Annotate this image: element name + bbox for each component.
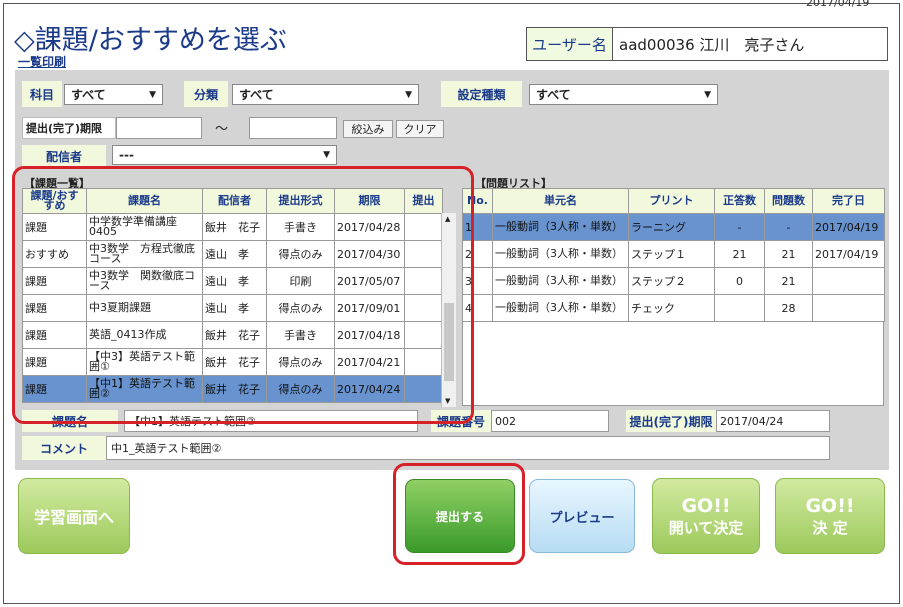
go-decide-line2: 決 定 — [812, 518, 848, 537]
setting-select[interactable]: すべて ▼ — [529, 84, 718, 105]
date-label: 2017/04/19 — [806, 0, 870, 9]
deadline-label-box: 提出(完了)期限 — [22, 117, 116, 139]
setting-value: すべて — [536, 88, 571, 102]
problem-unit-cell: 一般動詞（3人称・単数） — [492, 267, 629, 295]
problem-table: No. 単元名 プリント 正答数 問題数 完了日 1 一般動詞（3人称・単数） ラー… — [462, 188, 885, 322]
problem-print-cell: ステップ１ — [628, 240, 715, 268]
problem-row[interactable]: 1 一般動詞（3人称・単数） ラーニング - -2017/04/19 — [462, 213, 885, 241]
subject-label: 科目 — [29, 87, 54, 102]
detail-deadline-label: 提出(完了)期限 — [629, 414, 713, 429]
detail-deadline-value: 2017/04/24 — [716, 410, 830, 432]
print-list-link[interactable]: 一覧印刷 — [18, 53, 66, 70]
chevron-down-icon: ▼ — [704, 89, 711, 100]
detail-deadline-label-box: 提出(完了)期限 — [626, 410, 716, 432]
sender-label-box: 配信者 — [22, 145, 106, 167]
sender-value: --- — [119, 148, 134, 162]
problem-total-cell: 21 — [764, 240, 813, 268]
sender-label: 配信者 — [45, 149, 82, 164]
setting-label: 設定種類 — [457, 87, 506, 102]
deadline-from-input[interactable] — [116, 117, 202, 139]
comment-label-box: コメント — [22, 436, 106, 460]
subject-select[interactable]: すべて ▼ — [64, 84, 163, 105]
problem-correct-cell: 21 — [714, 240, 765, 268]
narrow-button[interactable]: 絞込み — [343, 120, 393, 138]
problem-row[interactable]: 2 一般動詞（3人称・単数） ステップ１ 21 21 2017/04/19 — [462, 240, 885, 268]
problem-done-cell: 2017/04/19 — [812, 240, 885, 268]
go-open-line2: 開いて決定 — [668, 518, 744, 537]
col-correct: 正答数 — [714, 188, 765, 214]
preview-button[interactable]: プレビュー — [529, 479, 635, 553]
detail-number-value: 002 — [491, 410, 609, 432]
chevron-down-icon: ▼ — [323, 150, 330, 160]
category-select[interactable]: すべて ▼ — [232, 84, 419, 105]
setting-label-box: 設定種類 — [441, 81, 522, 107]
go-open-line1: GO!! — [681, 494, 731, 517]
problem-done-cell — [812, 267, 885, 295]
sender-select[interactable]: --- ▼ — [112, 145, 337, 165]
study-screen-button[interactable]: 学習画面へ — [18, 478, 130, 554]
problem-print-cell: ラーニング — [628, 213, 715, 241]
category-label: 分類 — [193, 87, 218, 102]
subject-value: すべて — [71, 88, 106, 102]
problem-correct-cell: 0 — [714, 267, 765, 295]
user-box: ユーザー名 aad00036 江川 亮子さん — [526, 27, 888, 61]
problem-correct-cell: - — [714, 213, 765, 241]
go-open-decide-button[interactable]: GO!! 開いて決定 — [652, 478, 760, 554]
user-value: aad00036 江川 亮子さん — [613, 28, 887, 60]
go-decide-line1: GO!! — [805, 494, 855, 517]
problem-done-cell: 2017/04/19 — [812, 213, 885, 241]
comment-value: 中1_英語テスト範囲② — [106, 436, 830, 460]
problem-unit-cell: 一般動詞（3人称・単数） — [492, 240, 629, 268]
problem-row[interactable]: 4 一般動詞（3人称・単数） チェック 28 — [462, 294, 885, 322]
problem-done-cell — [812, 294, 885, 322]
category-label-box: 分類 — [184, 81, 228, 107]
col-total: 問題数 — [764, 188, 813, 214]
problem-table-empty-area — [462, 322, 884, 406]
comment-label: コメント — [39, 441, 88, 456]
chevron-down-icon: ▼ — [149, 89, 156, 100]
problem-print-cell: ステップ２ — [628, 267, 715, 295]
col-unit: 単元名 — [492, 188, 629, 214]
tilde-label: ～ — [215, 122, 229, 137]
deadline-label: 提出(完了)期限 — [26, 122, 103, 135]
problem-total-cell: 21 — [764, 267, 813, 295]
submit-highlight — [393, 463, 525, 565]
col-print: プリント — [628, 188, 715, 214]
problem-unit-cell: 一般動詞（3人称・単数） — [492, 213, 629, 241]
task-list-highlight — [12, 166, 474, 424]
problem-total-cell: - — [764, 213, 813, 241]
go-decide-button[interactable]: GO!! 決 定 — [775, 478, 885, 554]
clear-button[interactable]: クリア — [396, 120, 444, 138]
chevron-down-icon: ▼ — [405, 89, 412, 100]
problem-print-cell: チェック — [628, 294, 715, 322]
problem-header-row: No. 単元名 プリント 正答数 問題数 完了日 — [462, 188, 885, 214]
problem-unit-cell: 一般動詞（3人称・単数） — [492, 294, 629, 322]
problem-correct-cell — [714, 294, 765, 322]
deadline-to-input[interactable] — [249, 117, 337, 139]
col-done: 完了日 — [812, 188, 885, 214]
user-label: ユーザー名 — [527, 28, 613, 60]
category-value: すべて — [239, 88, 274, 102]
subject-label-box: 科目 — [22, 81, 62, 107]
problem-row[interactable]: 3 一般動詞（3人称・単数） ステップ２ 0 21 — [462, 267, 885, 295]
page-title: ◇課題/おすすめを選ぶ — [14, 25, 287, 56]
problem-total-cell: 28 — [764, 294, 813, 322]
